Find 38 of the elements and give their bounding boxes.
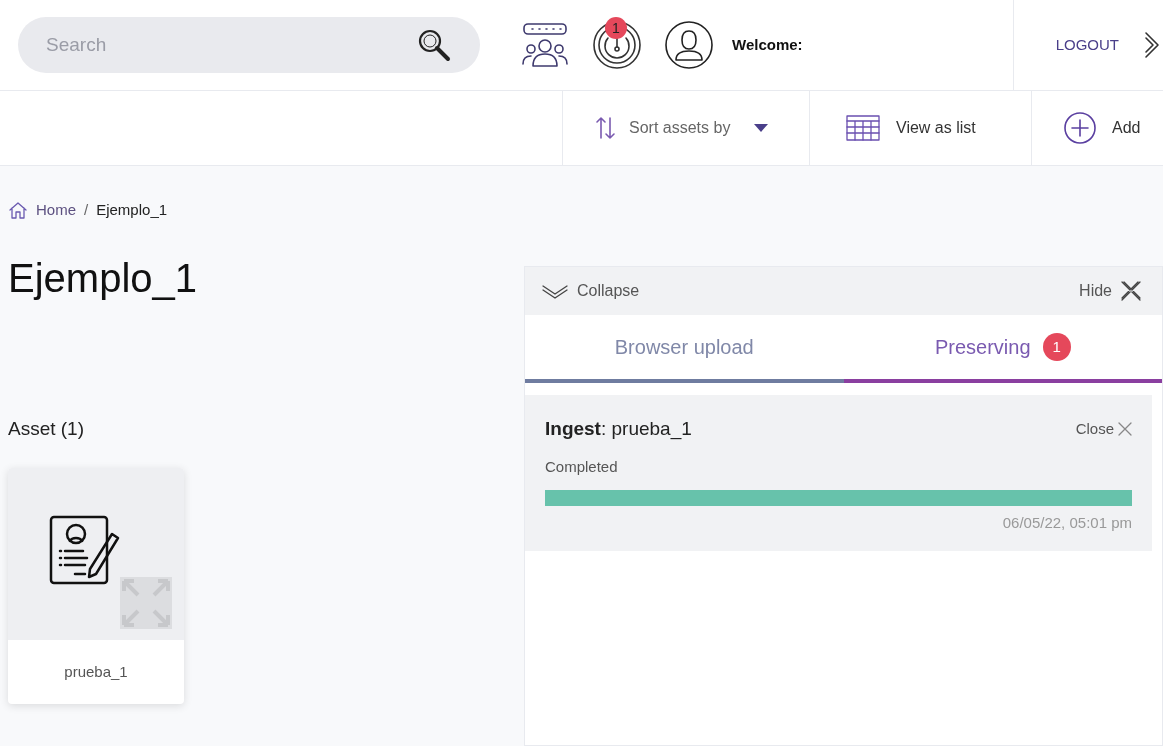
view-as-list-button[interactable]: View as list — [809, 91, 1031, 165]
users-icon[interactable] — [520, 22, 570, 68]
home-icon — [8, 201, 28, 220]
chevron-right-icon[interactable] — [1143, 31, 1161, 59]
expand-icon — [119, 576, 173, 630]
notification-badge: 1 — [605, 17, 627, 39]
asset-name: prueba_1 — [63, 661, 129, 682]
search-bar[interactable]: Search — [18, 17, 480, 73]
hide-button[interactable]: Hide — [1079, 279, 1142, 303]
close-icon — [1118, 422, 1132, 437]
document-edit-icon — [48, 514, 120, 586]
close-button[interactable]: Close — [1075, 418, 1132, 441]
logout-button[interactable]: LOGOUT — [1055, 33, 1119, 57]
page-title: Ejemplo_1 — [8, 254, 198, 302]
count-badge: 1 — [1042, 333, 1071, 361]
search-field[interactable]: Search — [46, 30, 416, 60]
job-title: Ingest: prueba_1 — [545, 417, 692, 442]
add-button[interactable]: Add — [1031, 91, 1163, 165]
table-icon — [846, 115, 880, 141]
breadcrumb-current: Ejemplo_1 — [96, 200, 168, 220]
assets-heading: Asset (1) — [8, 416, 86, 441]
panel-tab[interactable]: Browser upload — [525, 315, 844, 383]
user-avatar-icon[interactable] — [664, 20, 714, 70]
breadcrumb-separator: / — [84, 200, 89, 220]
chevron-down-icon — [541, 283, 569, 299]
sort-button[interactable]: Sort assets by — [562, 91, 809, 165]
welcome-label: Welcome: — [732, 34, 803, 55]
caret-icon — [754, 124, 769, 132]
asset-card[interactable]: prueba_1 — [8, 468, 184, 704]
job-time: 06/05/22, 05:01 pm — [1002, 513, 1132, 533]
breadcrumb-link[interactable]: Home — [36, 199, 76, 222]
job-status: Completed — [545, 456, 619, 477]
collapse-button[interactable]: Collapse — [541, 279, 640, 303]
plus-circle-icon — [1064, 112, 1096, 144]
sort-arrows-icon — [595, 114, 617, 142]
close-icon — [1120, 280, 1142, 302]
search-icon[interactable] — [416, 27, 452, 63]
panel-tab[interactable]: Preserving 1 — [843, 315, 1162, 383]
